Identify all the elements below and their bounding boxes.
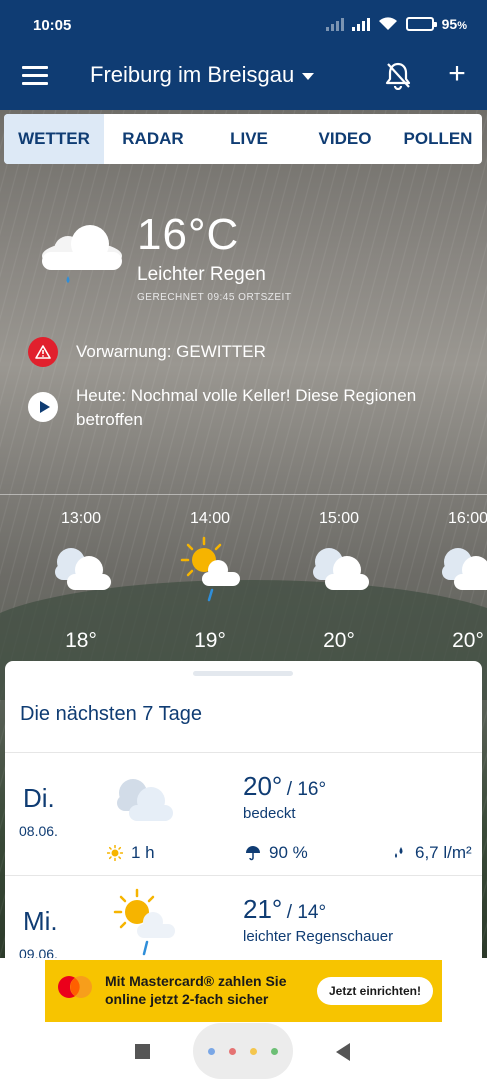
rain-amount: 6,7 l/m²	[391, 843, 472, 863]
day-condition: bedeckt	[243, 805, 296, 822]
cloudy-icon	[117, 779, 173, 821]
hour-item[interactable]: 15:00 20°	[289, 500, 389, 653]
forecast-card: Die nächsten 7 Tage Di. 08.06. 20° / 16°…	[5, 661, 482, 958]
hour-item[interactable]: 16:00 20°	[418, 500, 487, 653]
day-condition: leichter Regenschauer	[243, 928, 394, 945]
home-button[interactable]	[193, 1023, 293, 1079]
news-text: Heute: Nochmal volle Keller! Diese Regio…	[76, 386, 417, 429]
temp-max: 21°	[243, 894, 283, 924]
drag-handle[interactable]	[193, 671, 293, 676]
day-name: Di.	[23, 783, 55, 813]
location-selector[interactable]: Freiburg im Breisgau	[90, 62, 315, 88]
chevron-down-icon	[302, 72, 315, 80]
umbrella-icon	[246, 846, 260, 861]
sun-hours: 1 h	[107, 843, 155, 863]
back-button[interactable]	[336, 1043, 350, 1061]
calculated-time: GERECHNET 09:45 ORTSZEIT	[137, 292, 292, 303]
rain-probability: 90 %	[245, 843, 308, 863]
day-date: 08.06.	[19, 823, 58, 839]
day-temperatures: 21° / 14°	[243, 894, 326, 925]
menu-button[interactable]	[22, 66, 48, 86]
battery-percent: 95%	[441, 16, 467, 32]
signal-icon	[351, 17, 370, 31]
tab-bar: WETTER RADAR LIVE VIDEO POLLEN	[4, 114, 482, 164]
sun-cloud-drizzle-icon	[180, 536, 240, 602]
hour-item[interactable]: 13:00 18°	[31, 500, 131, 653]
signal-icon	[325, 17, 344, 31]
add-location-button[interactable]: +	[444, 59, 470, 90]
divider	[0, 494, 487, 495]
hour-temp: 19°	[194, 629, 226, 652]
app-bar: Freiburg im Breisgau +	[0, 42, 487, 110]
status-bar: 10:05 95%	[0, 0, 487, 42]
ad-banner[interactable]: Mit Mastercard® zahlen Sie online jetzt …	[45, 960, 442, 1022]
day-date: 09.06.	[19, 946, 58, 958]
cloudy-icon	[55, 548, 111, 590]
warning-text: Vorwarnung: GEWITTER	[76, 342, 266, 361]
weather-warning[interactable]: Vorwarnung: GEWITTER	[28, 337, 266, 367]
sun-cloud-drizzle-icon	[113, 888, 175, 956]
status-icons: 95%	[325, 16, 467, 32]
hour-temp: 20°	[323, 629, 355, 652]
cloudy-icon	[442, 548, 487, 590]
current-temperature: 16°C	[137, 210, 240, 259]
hour-temp: 18°	[65, 629, 97, 652]
tab-wetter[interactable]: WETTER	[4, 114, 104, 164]
temp-min: / 16°	[286, 779, 327, 800]
battery-icon	[405, 17, 437, 31]
recents-button[interactable]	[135, 1044, 150, 1059]
ad-cta-button[interactable]: Jetzt einrichten!	[317, 977, 433, 1005]
hour-temp: 20°	[452, 629, 484, 652]
status-time: 10:05	[33, 17, 72, 34]
raindrops-icon	[395, 847, 403, 858]
hour-time: 16:00	[447, 510, 487, 527]
hourly-forecast[interactable]: 13:00 18° 14:00 19° 15:00 20° 16:00 20°	[0, 500, 487, 660]
forecast-title: Die nächsten 7 Tage	[20, 703, 202, 725]
temp-max: 20°	[243, 771, 283, 801]
hour-time: 13:00	[60, 510, 102, 527]
current-condition: Leichter Regen	[137, 264, 266, 285]
location-label: Freiburg im Breisgau	[90, 62, 295, 87]
cloudy-icon	[313, 548, 369, 590]
hour-item[interactable]: 14:00 19°	[160, 500, 260, 653]
system-nav-bar	[0, 1022, 487, 1080]
play-icon	[28, 392, 58, 422]
warning-triangle-icon	[28, 337, 58, 367]
hour-time: 15:00	[318, 510, 360, 527]
tab-video[interactable]: VIDEO	[296, 114, 394, 164]
hour-time: 14:00	[189, 510, 231, 527]
wifi-icon	[378, 17, 397, 30]
day-temperatures: 20° / 16°	[243, 771, 326, 802]
mastercard-logo-icon	[58, 976, 92, 998]
day-name: Mi.	[23, 906, 58, 936]
day-row[interactable]: Di. 08.06. 20° / 16° bedeckt 1 h 90 % 6,…	[5, 753, 482, 875]
day-row[interactable]: Mi. 09.06. 21° / 14° leichter Regenschau…	[5, 876, 482, 958]
tab-pollen[interactable]: POLLEN	[394, 114, 482, 164]
sun-icon	[107, 845, 123, 861]
notifications-off-icon[interactable]	[384, 60, 412, 90]
ad-text: Mit Mastercard® zahlen Sie online jetzt …	[105, 973, 287, 1007]
tab-live[interactable]: LIVE	[202, 114, 296, 164]
news-item[interactable]: Heute: Nochmal volle Keller! Diese Regio…	[28, 384, 468, 432]
cloud-rain-icon	[42, 225, 122, 283]
tab-radar[interactable]: RADAR	[104, 114, 202, 164]
temp-min: / 14°	[286, 902, 327, 923]
